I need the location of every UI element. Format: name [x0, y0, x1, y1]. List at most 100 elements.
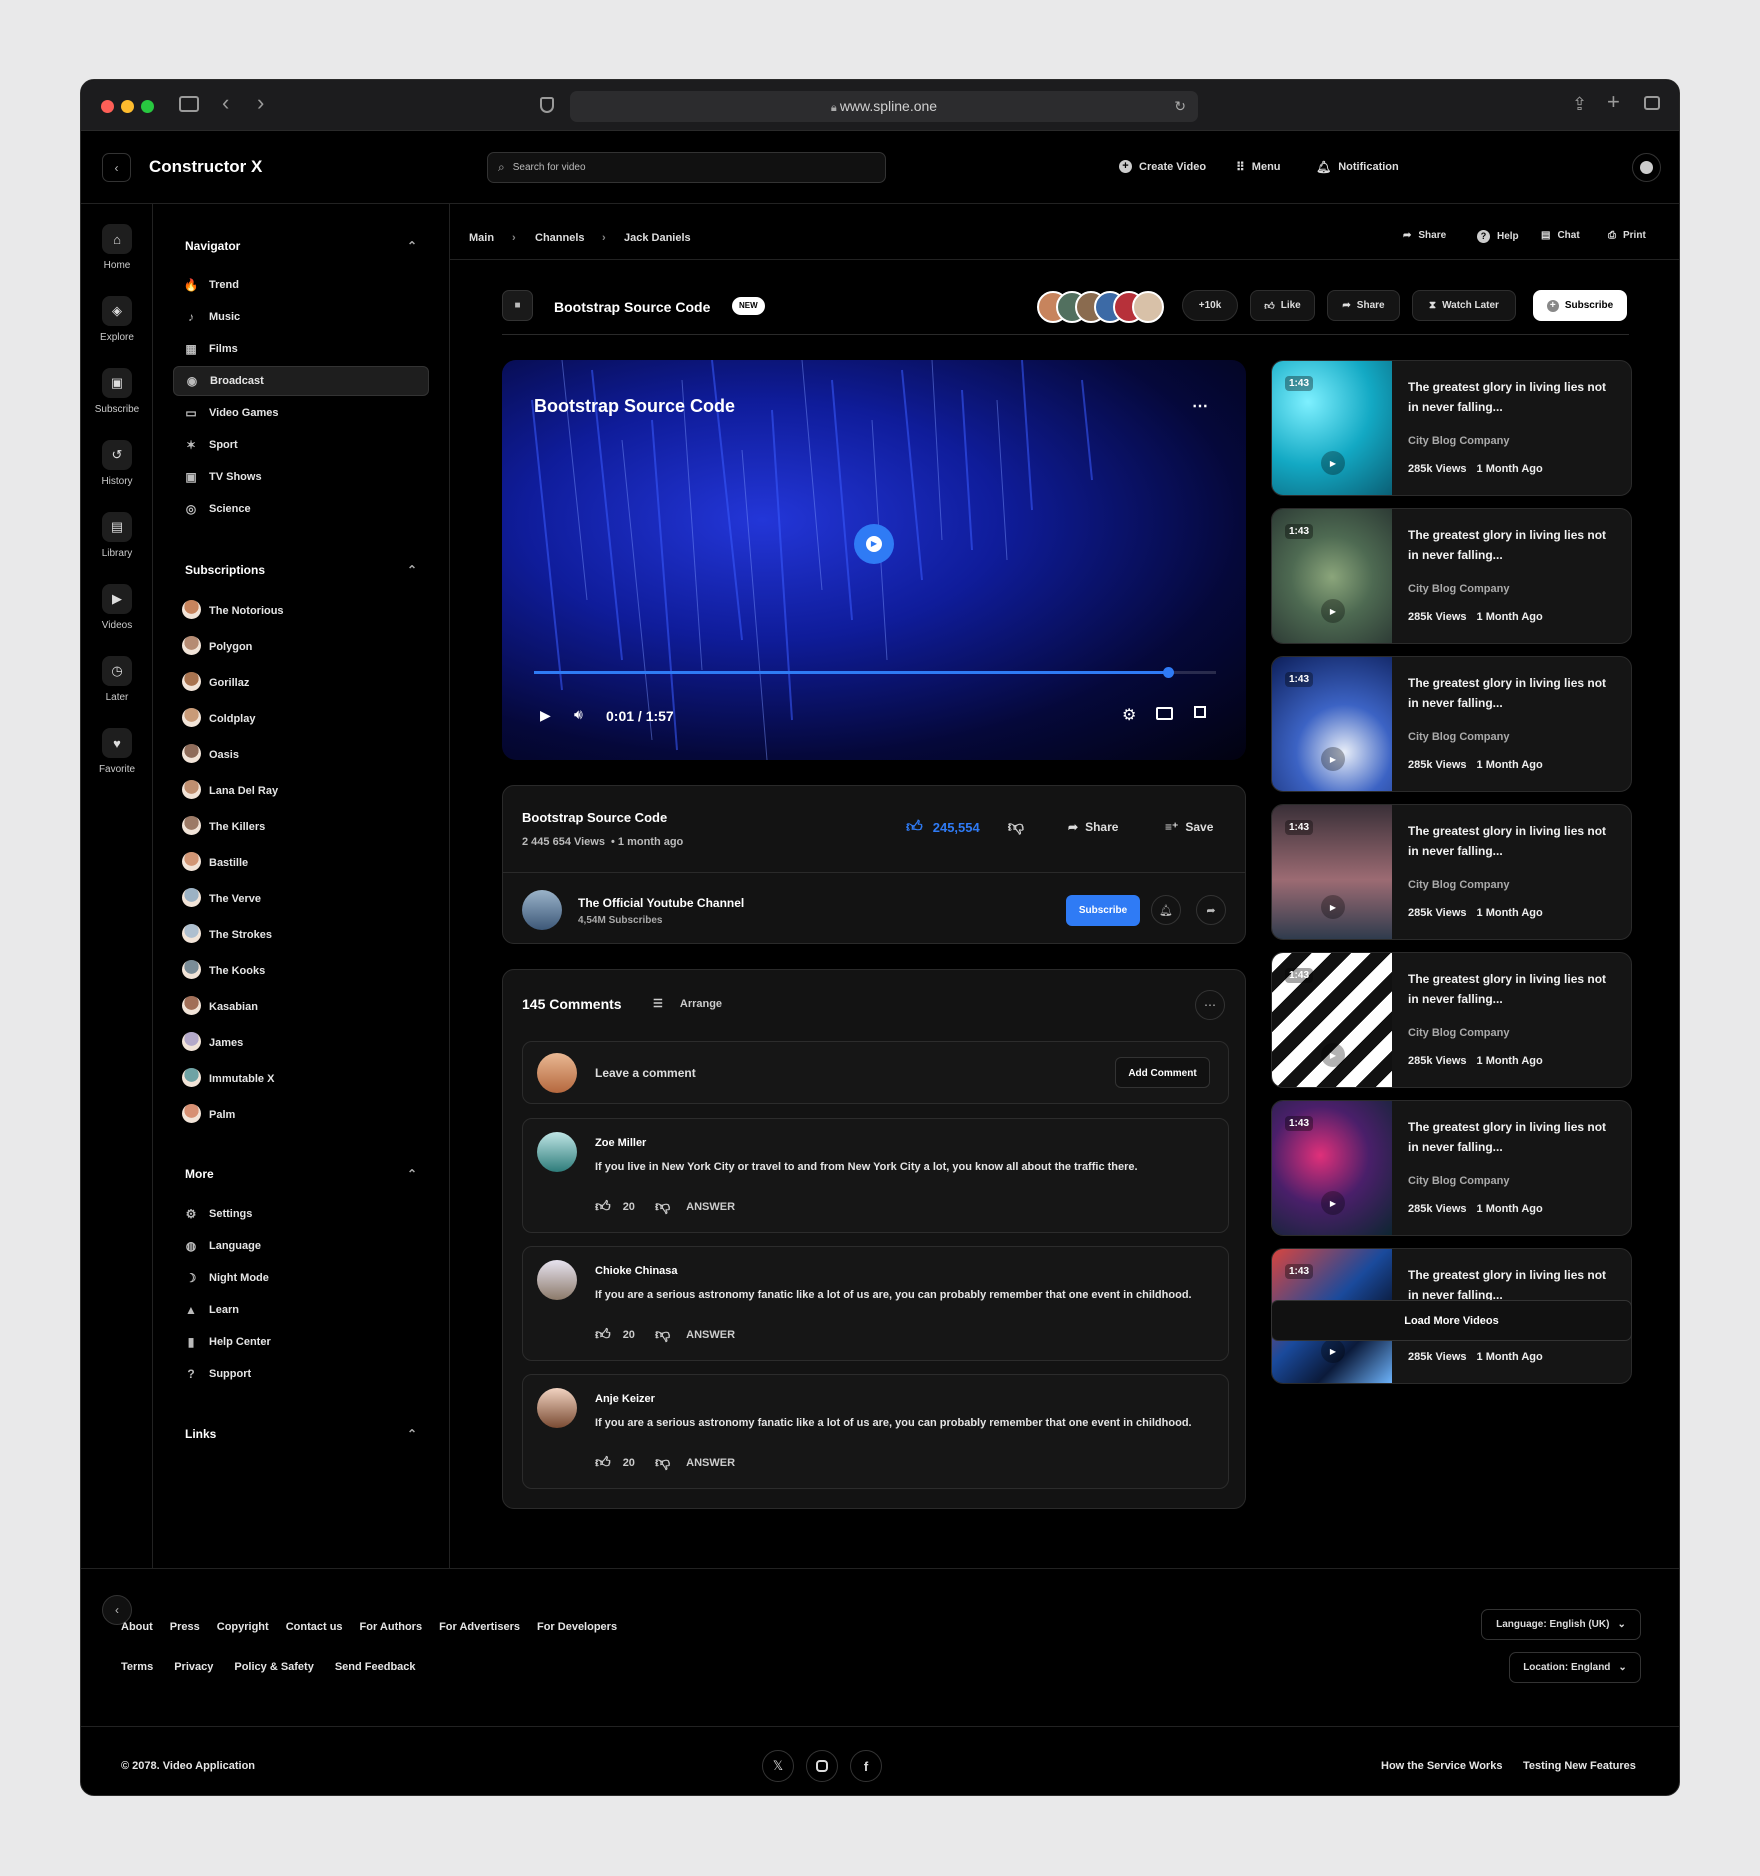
play-icon[interactable]: ▶	[1321, 599, 1345, 623]
related-video-card[interactable]: 1:43 ▶ The greatest glory in living lies n…	[1271, 804, 1632, 940]
rail-item-videos[interactable]: ▶ Videos	[81, 584, 153, 631]
address-bar[interactable]: 🔒︎ www.spline.one ↻	[570, 91, 1198, 122]
related-video-card[interactable]: 1:43 ▶ The greatest glory in living lies n…	[1271, 952, 1632, 1088]
sidebar-item-support[interactable]: ? Support	[173, 1359, 429, 1389]
reload-icon[interactable]: ↻	[1174, 91, 1186, 122]
subscription-item[interactable]: Oasis	[173, 740, 429, 770]
fullscreen-icon[interactable]	[1194, 706, 1206, 718]
x-twitter-icon[interactable]: 𝕏	[762, 1750, 794, 1782]
thumbs-up-icon[interactable]: 👍︎	[595, 1454, 611, 1472]
video-player[interactable]: Bootstrap Source Code ⋯ ▶ ▶ 🔊︎ 0:01 / 1:…	[502, 360, 1246, 760]
play-icon[interactable]: ▶	[1321, 747, 1345, 771]
video-thumbnail[interactable]: 1:43 ▶	[1272, 805, 1392, 939]
sidebar-item-tv-shows[interactable]: ▣ TV Shows	[173, 462, 429, 492]
forward-arrow-icon[interactable]: ›	[257, 92, 264, 114]
footer-link[interactable]: About	[121, 1621, 153, 1633]
sidebar-item-settings[interactable]: ⚙ Settings	[173, 1199, 429, 1229]
subscription-item[interactable]: The Verve	[173, 884, 429, 914]
volume-icon[interactable]: 🔊︎	[574, 706, 583, 723]
facebook-icon[interactable]: f	[850, 1750, 882, 1782]
big-play-button[interactable]: ▶	[854, 524, 894, 564]
breadcrumb-channels[interactable]: Channels	[535, 232, 585, 244]
info-share-button[interactable]: ➦ Share	[1068, 820, 1118, 834]
top-share-button[interactable]: ➦ Share	[1403, 230, 1446, 241]
subscription-item[interactable]: Lana Del Ray	[173, 776, 429, 806]
subscription-item[interactable]: James	[173, 1028, 429, 1058]
close-dot[interactable]	[101, 100, 114, 113]
print-button[interactable]: ⎙ Print	[1608, 230, 1646, 241]
thumbs-up-icon[interactable]: 👍︎	[595, 1198, 611, 1216]
thumbs-down-icon[interactable]: 👎︎	[1008, 818, 1024, 837]
subscriptions-header[interactable]: Subscriptions ⌃	[185, 563, 417, 577]
subscription-item[interactable]: Palm	[173, 1100, 429, 1130]
play-icon[interactable]: ▶	[1321, 895, 1345, 919]
related-video-card[interactable]: 1:43 ▶ The greatest glory in living lies n…	[1271, 360, 1632, 496]
subscription-item[interactable]: The Kooks	[173, 956, 429, 986]
search-input[interactable]: ⌕ Search for video	[487, 152, 886, 183]
maximize-dot[interactable]	[141, 100, 154, 113]
related-video-channel[interactable]: City Blog Company	[1408, 435, 1509, 447]
cast-icon[interactable]	[1156, 707, 1173, 720]
comment-author[interactable]: Chioke Chinasa	[595, 1265, 678, 1277]
subscription-item[interactable]: Kasabian	[173, 992, 429, 1022]
related-video-title[interactable]: The greatest glory in living lies not in…	[1408, 377, 1618, 417]
related-video-channel[interactable]: City Blog Company	[1408, 583, 1509, 595]
player-more-icon[interactable]: ⋯	[1192, 396, 1208, 416]
rail-item-home[interactable]: ⌂ Home	[81, 224, 153, 271]
rail-item-explore[interactable]: ◈ Explore	[81, 296, 153, 343]
load-more-button[interactable]: Load More Videos	[1271, 1300, 1632, 1341]
subscription-item[interactable]: Bastille	[173, 848, 429, 878]
answer-button[interactable]: ANSWER	[686, 1329, 735, 1341]
like-button[interactable]: 👍︎ Like	[1250, 290, 1315, 321]
subscription-item[interactable]: The Strokes	[173, 920, 429, 950]
shield-icon[interactable]	[540, 97, 554, 113]
play-icon[interactable]: ▶	[1321, 1191, 1345, 1215]
play-button[interactable]: ▶	[540, 707, 551, 724]
video-thumbnail[interactable]: 1:43 ▶	[1272, 361, 1392, 495]
play-icon[interactable]: ▶	[1321, 1339, 1345, 1363]
testing-features-link[interactable]: Testing New Features	[1523, 1760, 1636, 1772]
thumbs-down-icon[interactable]: 👎︎	[655, 1454, 670, 1472]
watch-later-button[interactable]: ⧗ Watch Later	[1412, 290, 1516, 321]
sidebar-item-films[interactable]: ▦ Films	[173, 334, 429, 364]
related-video-card[interactable]: 1:43 ▶ The greatest glory in living lies n…	[1271, 656, 1632, 792]
how-service-works-link[interactable]: How the Service Works	[1381, 1760, 1502, 1772]
related-video-card[interactable]: 1:43 ▶ The greatest glory in living lies n…	[1271, 508, 1632, 644]
subscription-item[interactable]: The Notorious	[173, 596, 429, 626]
related-video-channel[interactable]: City Blog Company	[1408, 879, 1509, 891]
play-icon[interactable]: ▶	[1321, 451, 1345, 475]
viewers-count-pill[interactable]: +10k	[1182, 290, 1238, 321]
sidebar-item-music[interactable]: ♪ Music	[173, 302, 429, 332]
share-icon[interactable]: ⇪	[1572, 95, 1587, 113]
related-video-title[interactable]: The greatest glory in living lies not in…	[1408, 673, 1618, 713]
play-icon[interactable]: ▶	[1321, 1043, 1345, 1067]
related-video-channel[interactable]: City Blog Company	[1408, 731, 1509, 743]
footer-link[interactable]: Contact us	[286, 1621, 343, 1633]
footer-link[interactable]: Send Feedback	[335, 1661, 416, 1673]
progress-track[interactable]	[534, 667, 1216, 678]
thumbs-up-icon[interactable]: 👍︎	[595, 1326, 611, 1344]
rail-item-later[interactable]: ◷ Later	[81, 656, 153, 703]
related-video-channel[interactable]: City Blog Company	[1408, 1027, 1509, 1039]
comment-input[interactable]: Leave a comment	[595, 1066, 696, 1080]
back-button[interactable]: ‹	[102, 153, 131, 182]
share-button[interactable]: ➦ Share	[1327, 290, 1400, 321]
sidebar-item-science[interactable]: ◎ Science	[173, 494, 429, 524]
add-comment-button[interactable]: Add Comment	[1115, 1057, 1210, 1088]
subscribe-header-button[interactable]: + Subscribe	[1533, 290, 1627, 321]
related-video-card[interactable]: 1:43 ▶ The greatest glory in living lies n…	[1271, 1100, 1632, 1236]
rail-item-favorite[interactable]: ♥ Favorite	[81, 728, 153, 775]
related-video-title[interactable]: The greatest glory in living lies not in…	[1408, 1265, 1618, 1305]
subscription-item[interactable]: Gorillaz	[173, 668, 429, 698]
related-video-title[interactable]: The greatest glory in living lies not in…	[1408, 969, 1618, 1009]
navigator-header[interactable]: Navigator ⌃	[185, 239, 417, 253]
comments-more-icon[interactable]: ⋯	[1195, 990, 1225, 1020]
subscription-item[interactable]: Coldplay	[173, 704, 429, 734]
video-thumbnail[interactable]: 1:43 ▶	[1272, 953, 1392, 1087]
rail-item-library[interactable]: ▤ Library	[81, 512, 153, 559]
user-avatar-button[interactable]	[1632, 153, 1661, 182]
sidebar-item-help-center[interactable]: ▮ Help Center	[173, 1327, 429, 1357]
footer-link[interactable]: For Authors	[360, 1621, 423, 1633]
footer-link[interactable]: Privacy	[174, 1661, 213, 1673]
settings-gear-icon[interactable]: ⚙	[1122, 705, 1136, 725]
